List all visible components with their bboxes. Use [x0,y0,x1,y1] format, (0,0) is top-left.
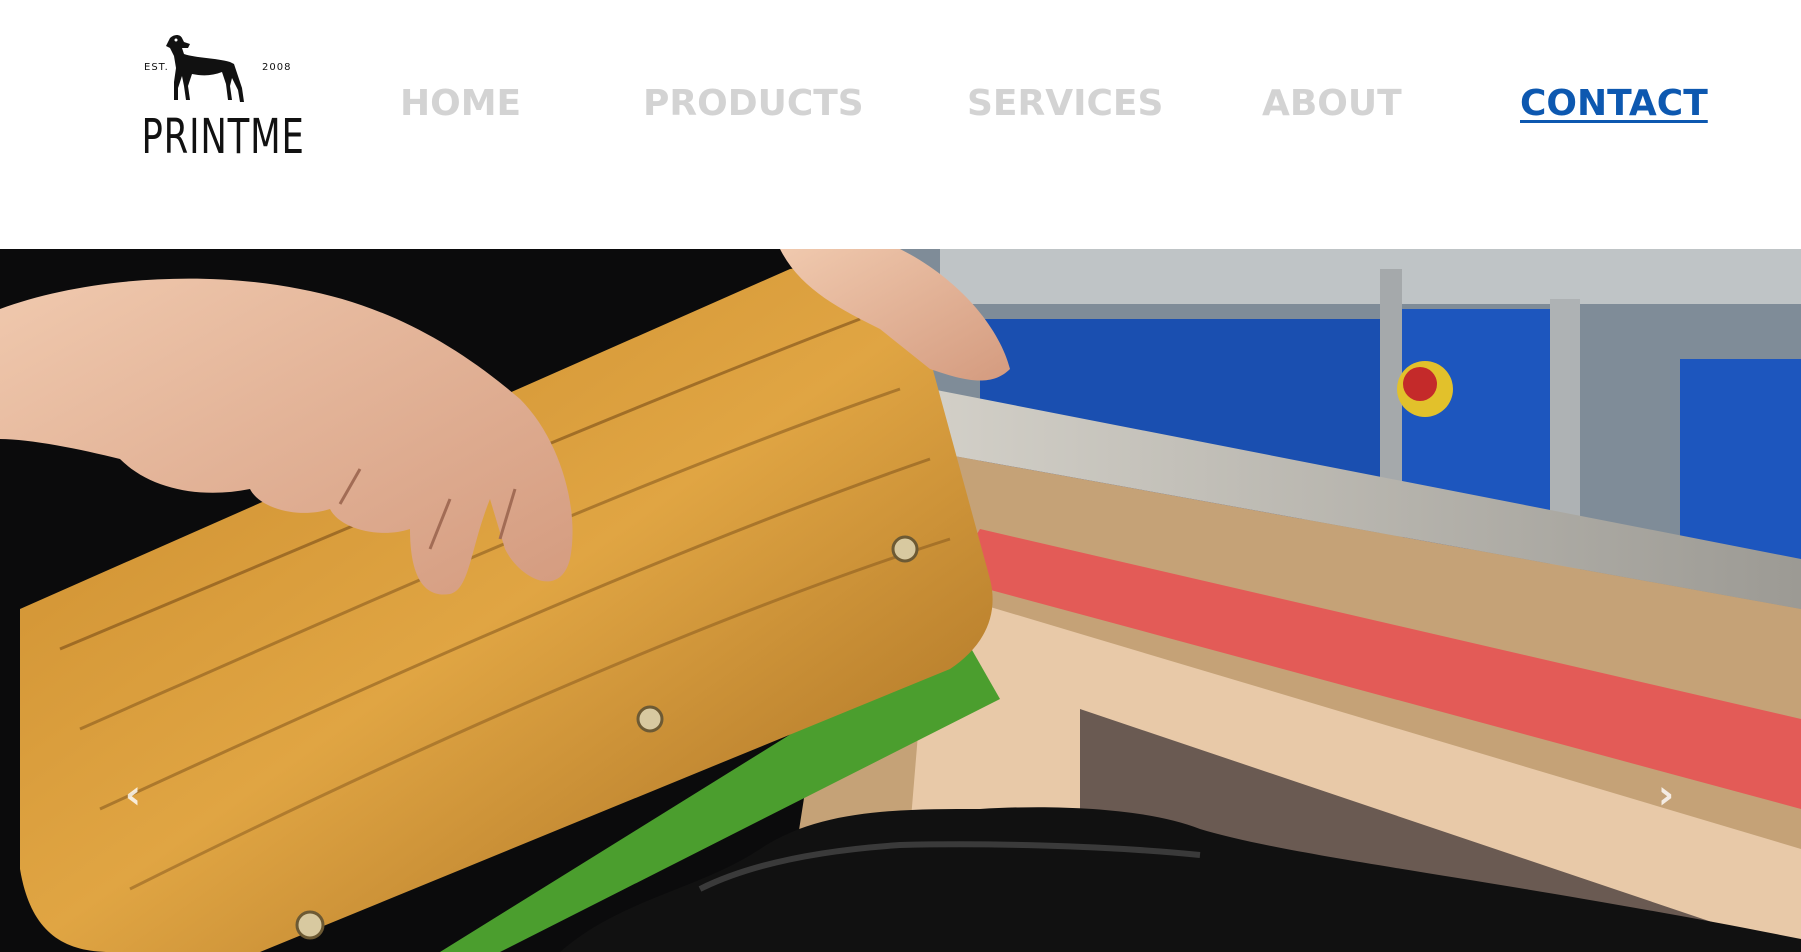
slideshow-prev-button[interactable]: ‹ [113,765,153,825]
nav-item-home[interactable]: HOME [400,83,521,124]
logo-year-label: 2008 [262,62,292,73]
logo-est-label: EST. [144,62,169,73]
main-navigation: HOME PRODUCTS SERVICES ABOUT CONTACT [0,83,1801,133]
site-header: EST. 2008 PRINTME HOME PRODUCTS SERVICES… [0,0,1801,249]
hero-slideshow: ‹ › [0,249,1801,952]
screen-printing-squeegee-photo [0,249,1801,952]
nav-item-contact[interactable]: CONTACT [1520,83,1708,124]
slideshow-next-button[interactable]: › [1646,765,1686,825]
chevron-right-icon: › [1657,772,1675,818]
chevron-left-icon: ‹ [124,772,142,818]
nav-item-products[interactable]: PRODUCTS [643,83,864,124]
nav-item-about[interactable]: ABOUT [1262,83,1402,124]
nav-item-services[interactable]: SERVICES [967,83,1163,124]
